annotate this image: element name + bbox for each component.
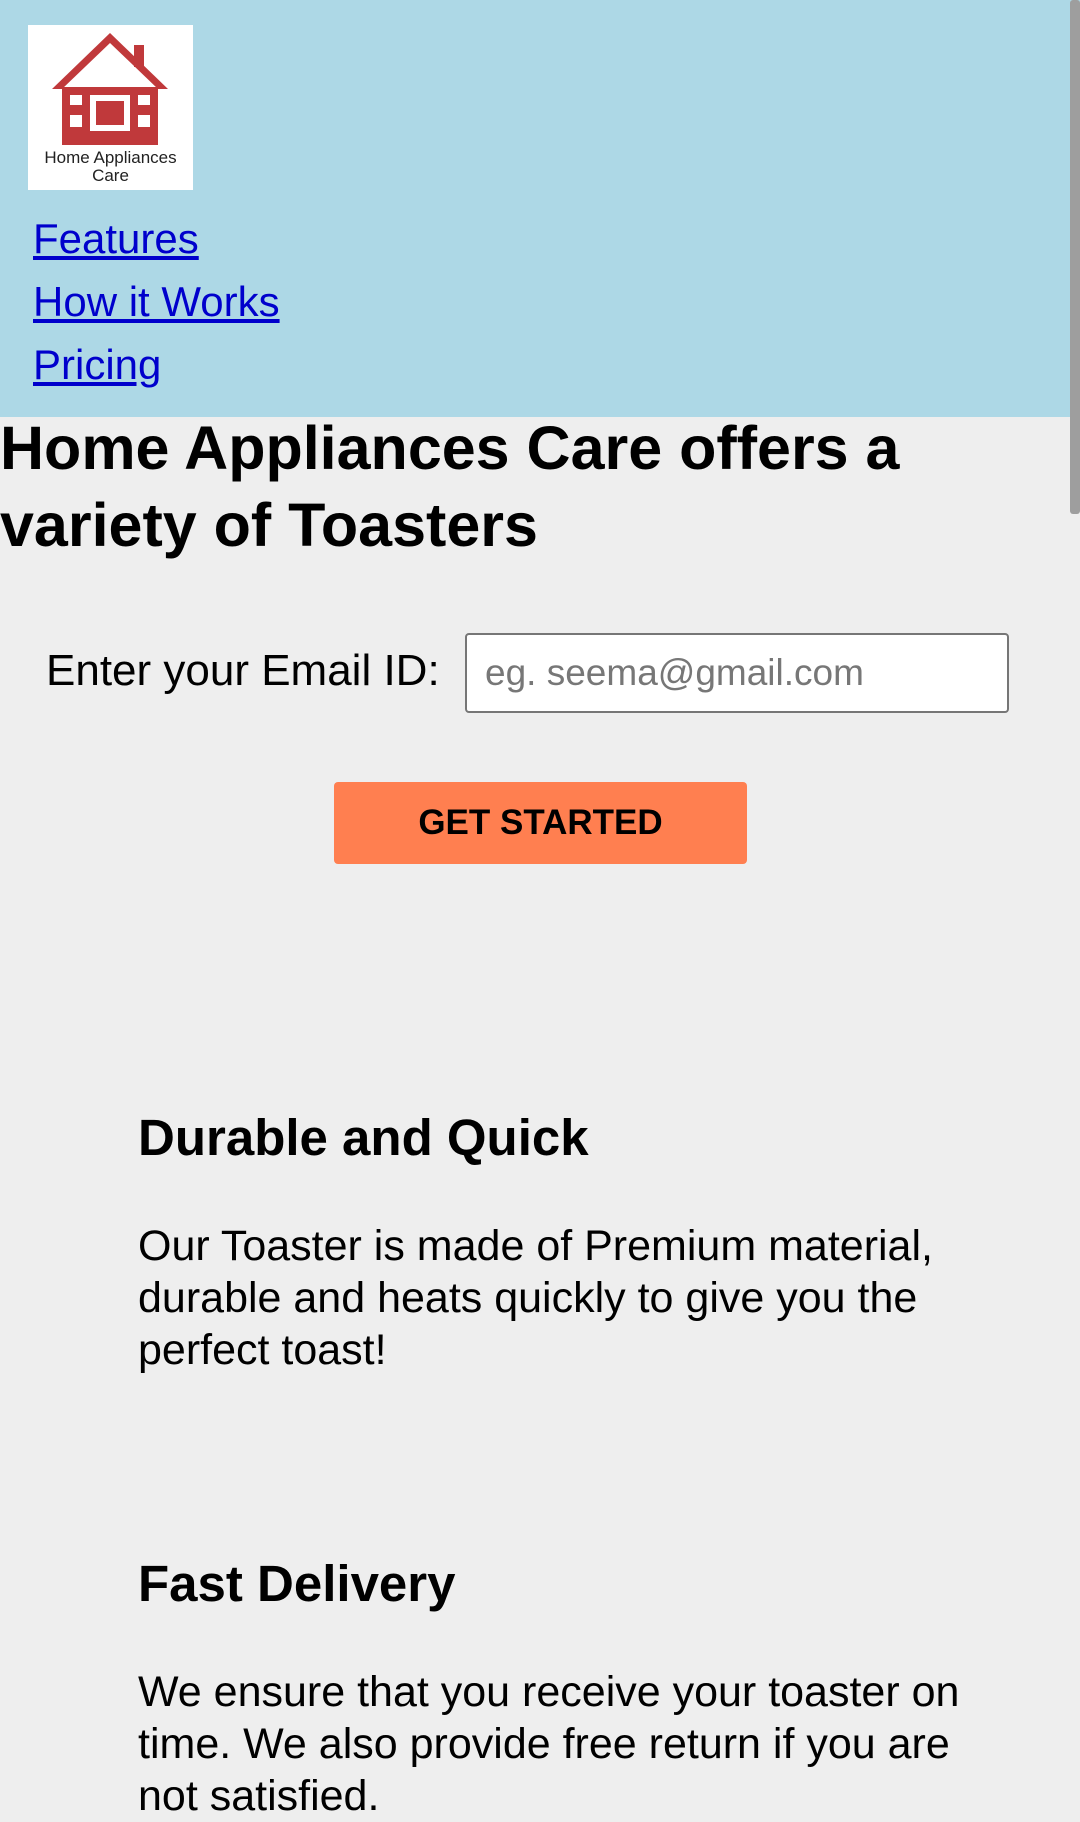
- nav-link-how-it-works[interactable]: How it Works: [33, 270, 280, 333]
- main-nav: Features How it Works Pricing: [33, 207, 280, 396]
- email-label: Enter your Email ID:: [46, 646, 440, 695]
- feature-title: Fast Delivery: [138, 1555, 456, 1612]
- get-started-button[interactable]: GET STARTED: [334, 782, 747, 864]
- logo[interactable]: Home Appliances Care: [28, 25, 193, 190]
- feature-title: Durable and Quick: [138, 1109, 589, 1166]
- feature-text: Our Toaster is made of Premium material,…: [138, 1222, 933, 1374]
- house-icon: [52, 33, 168, 145]
- feature-text: We ensure that you receive your toaster …: [138, 1668, 960, 1820]
- email-input[interactable]: [465, 633, 1009, 713]
- logo-text: Home Appliances Care: [44, 148, 177, 185]
- nav-link-features[interactable]: Features: [33, 207, 280, 270]
- hero-title: Home Appliances Care offers a variety of…: [0, 414, 900, 559]
- nav-link-pricing[interactable]: Pricing: [33, 333, 280, 396]
- scrollbar-thumb[interactable]: [1070, 0, 1080, 514]
- site-header: Home Appliances Care Features How it Wor…: [0, 0, 1080, 417]
